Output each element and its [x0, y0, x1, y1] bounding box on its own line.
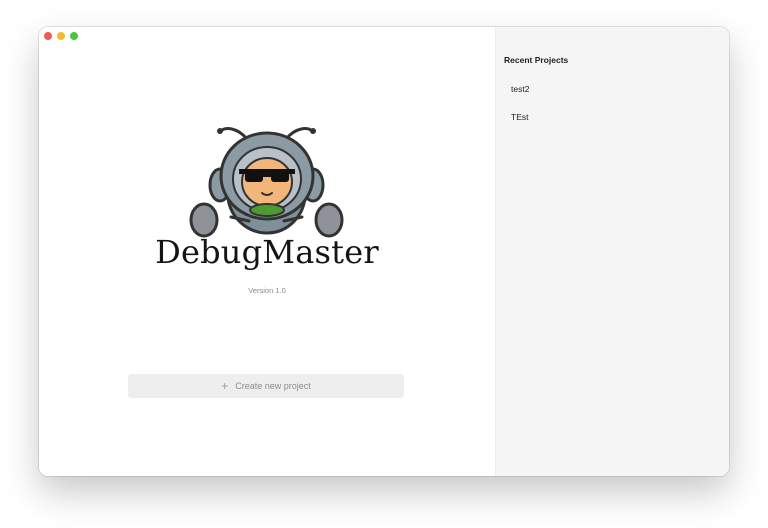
- maximize-window-button[interactable]: [70, 32, 78, 40]
- create-new-project-button[interactable]: + Create new project: [128, 374, 404, 398]
- recent-project-item[interactable]: TEst: [504, 107, 720, 135]
- app-title: DebugMaster: [155, 233, 379, 271]
- window-controls: [44, 32, 78, 40]
- close-window-button[interactable]: [44, 32, 52, 40]
- recent-project-item[interactable]: test2: [504, 79, 720, 107]
- plus-icon: +: [221, 379, 229, 393]
- recent-project-name: test2: [511, 84, 530, 94]
- recent-projects-sidebar: Recent Projects test2 TEst: [495, 27, 729, 476]
- version-label: Version 1.0: [248, 286, 286, 295]
- create-new-project-label: Create new project: [235, 381, 311, 391]
- welcome-panel: DebugMaster Version 1.0 + Create new pro…: [39, 27, 495, 476]
- ant-mascot-icon: [189, 127, 344, 238]
- app-window: DebugMaster Version 1.0 + Create new pro…: [39, 27, 729, 476]
- minimize-window-button[interactable]: [57, 32, 65, 40]
- recent-projects-list: test2 TEst: [504, 79, 720, 135]
- recent-projects-title: Recent Projects: [504, 55, 569, 65]
- recent-project-name: TEst: [511, 112, 529, 122]
